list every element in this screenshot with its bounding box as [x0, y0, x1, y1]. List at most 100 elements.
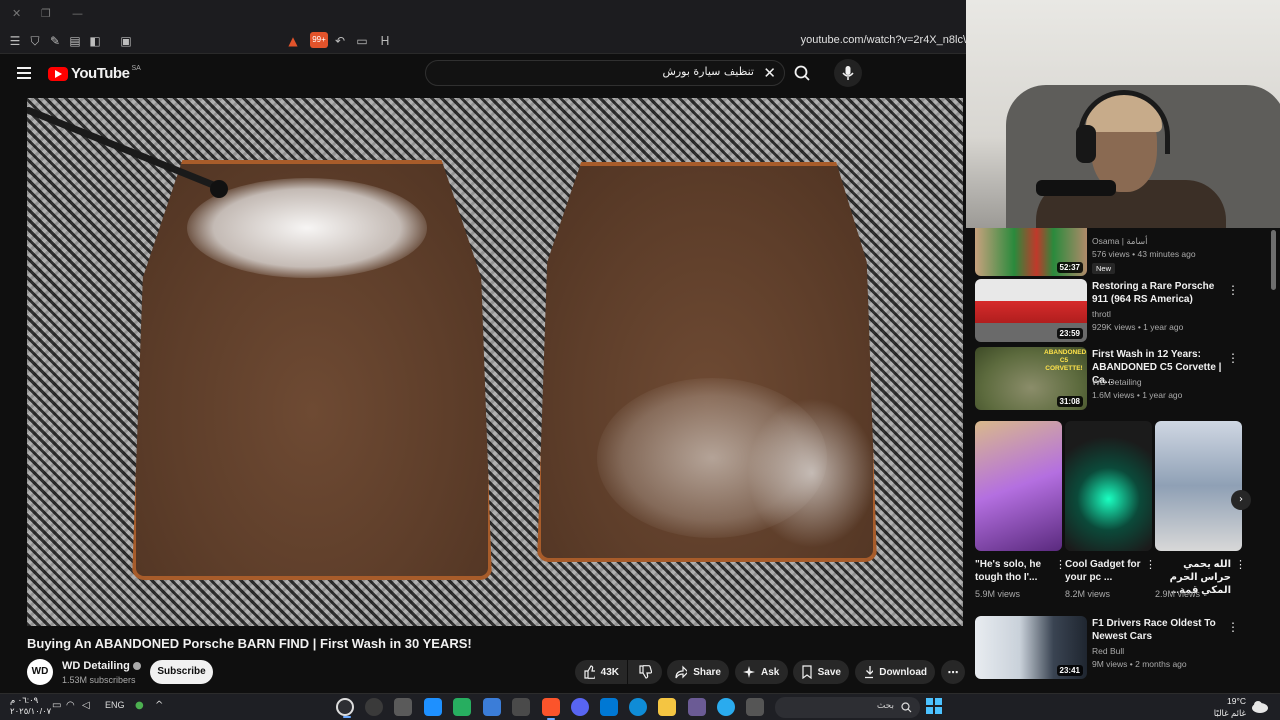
recommendation-item[interactable]: 52:37 Osama | أسامة 576 views • 43 minut… — [975, 228, 1247, 276]
screenshot-icon[interactable]: ▭ — [354, 33, 370, 49]
restore-window-icon[interactable]: ❐ — [41, 7, 51, 20]
video-player[interactable] — [27, 98, 963, 626]
subscribe-button[interactable]: Subscribe — [150, 660, 213, 684]
voice-search-button[interactable] — [834, 59, 862, 87]
more-options-icon[interactable]: ⋮ — [1227, 351, 1239, 365]
weather-widget[interactable]: 19°C غائم غالبًا — [1212, 695, 1246, 719]
file-explorer-icon[interactable] — [658, 698, 676, 716]
clock[interactable]: ٠٦:٠٩ م ٢٠٢٥/١٠/٠٧ — [10, 695, 51, 717]
short-thumbnail[interactable] — [1155, 421, 1242, 551]
guide-menu-icon[interactable] — [17, 67, 31, 79]
windows-taskbar: ٠٦:٠٩ م ٢٠٢٥/١٠/٠٧ ▭ ◠ ◁ ENG ● ^ بحث 19°… — [0, 693, 1280, 720]
youtube-logo[interactable]: YouTube SA — [48, 65, 141, 82]
more-options-icon[interactable]: ⋮ — [1227, 620, 1239, 634]
shield-icon[interactable]: ⛉ — [27, 33, 43, 49]
microphone-arm — [1036, 180, 1116, 196]
app-icon[interactable] — [424, 698, 442, 716]
shorts-next-button[interactable]: › — [1231, 490, 1251, 510]
clear-search-icon[interactable]: ✕ — [763, 64, 776, 82]
sidebar-scrollbar[interactable] — [1271, 230, 1276, 290]
like-button[interactable]: 43K — [575, 660, 627, 684]
video-title[interactable]: F1 Drivers Race Oldest To Newest Cars — [1092, 617, 1230, 643]
download-button[interactable]: Download — [855, 660, 935, 684]
channel-name[interactable]: WD Detailing — [62, 660, 141, 672]
close-window-icon[interactable]: ✕ — [12, 7, 21, 20]
show-hidden-icons-icon[interactable]: ^ — [155, 700, 163, 711]
battery-icon[interactable]: ▭ — [52, 700, 61, 711]
extensions-icon[interactable]: ✎ — [47, 33, 63, 49]
video-thumbnail[interactable]: ABANDONED C5 CORVETTE! 31:08 — [975, 347, 1087, 410]
discord-icon[interactable] — [571, 698, 589, 716]
channel-avatar[interactable]: WD — [27, 659, 53, 685]
video-thumbnail[interactable]: 52:37 — [975, 228, 1087, 276]
language-indicator[interactable]: ENG — [105, 700, 125, 710]
video-meta: 576 views • 43 minutes ago — [1092, 249, 1196, 259]
channel-name[interactable]: Red Bull — [1092, 646, 1124, 656]
app-icon[interactable] — [688, 698, 706, 716]
app-icon[interactable] — [512, 698, 530, 716]
app-icon[interactable] — [394, 698, 412, 716]
rewards-icon[interactable]: ▲ — [285, 33, 301, 49]
channel-name[interactable]: Osama | أسامة — [1092, 236, 1148, 247]
store-icon[interactable] — [600, 698, 618, 716]
search-app-icon[interactable] — [336, 698, 354, 718]
share-icon — [675, 665, 688, 679]
video-thumbnail[interactable]: 23:41 — [975, 616, 1087, 679]
reading-list-icon[interactable]: ▣ — [118, 33, 134, 49]
app-icon[interactable] — [483, 698, 501, 716]
address-bar-url[interactable]: youtube.com/watch?v=2r4X_n8lc\ — [801, 34, 966, 46]
channel-name-text[interactable]: WD Detailing — [62, 660, 130, 672]
recommendation-item[interactable]: ABANDONED C5 CORVETTE! 31:08 First Wash … — [975, 347, 1247, 410]
minimize-window-icon[interactable]: — — [72, 7, 83, 20]
menu-icon[interactable]: ☰ — [7, 33, 23, 49]
sparkle-icon — [743, 666, 755, 678]
shorts-shelf: "He's solo, he tough tho I'... ⋮ 5.9M vi… — [975, 421, 1246, 606]
short-thumbnail[interactable] — [975, 421, 1062, 551]
short-thumbnail[interactable] — [1065, 421, 1152, 551]
search-input[interactable] — [434, 65, 754, 78]
more-actions-button[interactable]: ⋯ — [941, 660, 965, 684]
short-title[interactable]: Cool Gadget for your pc ... — [1065, 558, 1141, 584]
telegram-icon[interactable] — [717, 698, 735, 716]
translate-icon[interactable]: Ꮋ — [377, 33, 393, 49]
channel-name[interactable]: throtl — [1092, 309, 1111, 319]
share-button[interactable]: Share — [667, 660, 729, 684]
duration-badge: 23:41 — [1056, 665, 1083, 676]
sidebar-icon[interactable]: ◧ — [87, 33, 103, 49]
recommendation-item[interactable]: 23:59 Restoring a Rare Porsche 911 (964 … — [975, 279, 1247, 342]
volume-icon[interactable]: ◁ — [82, 700, 90, 711]
more-options-icon[interactable]: ⋮ — [1235, 558, 1246, 571]
search-button[interactable] — [788, 60, 816, 86]
youtube-play-icon — [48, 66, 68, 81]
brave-browser-icon[interactable] — [542, 698, 560, 720]
save-button[interactable]: Save — [793, 660, 849, 684]
search-box[interactable]: ✕ — [425, 60, 785, 86]
search-icon — [901, 702, 912, 713]
recommendation-item[interactable]: 23:41 F1 Drivers Race Oldest To Newest C… — [975, 616, 1247, 679]
obs-icon[interactable] — [365, 698, 383, 716]
microphone-icon — [842, 66, 854, 80]
brave-shield-badge[interactable]: 99+ — [310, 32, 328, 48]
webcam-overlay — [966, 0, 1280, 228]
tabs-icon[interactable]: ▤ — [67, 33, 83, 49]
foam-residue — [747, 398, 877, 548]
dislike-button[interactable] — [628, 660, 662, 684]
more-options-icon[interactable]: ⋮ — [1227, 283, 1239, 297]
windows-start-icon[interactable] — [926, 698, 942, 714]
app-icon[interactable] — [746, 698, 764, 716]
undo-icon[interactable]: ↶ — [332, 33, 348, 49]
video-title[interactable]: Restoring a Rare Porsche 911 (964 RS Ame… — [1092, 280, 1230, 306]
taskbar-search[interactable]: بحث — [775, 697, 920, 718]
short-title[interactable]: "He's solo, he tough tho I'... — [975, 558, 1051, 584]
xbox-icon[interactable] — [453, 698, 471, 716]
ask-button[interactable]: Ask — [735, 660, 788, 684]
microphone-in-use-icon[interactable]: ● — [135, 700, 144, 711]
wifi-icon[interactable]: ◠ — [66, 700, 75, 711]
weather-temp: 19°C — [1227, 696, 1246, 706]
browser-toolbar: ☰ ⛉ ✎ ▤ ◧ ▣ ▲ 99+ ↶ ▭ Ꮋ youtube.com/watc… — [0, 28, 966, 54]
pressure-washer-nozzle — [210, 180, 228, 198]
channel-name[interactable]: WD Detailing — [1092, 377, 1142, 387]
edge-icon[interactable] — [629, 698, 647, 716]
duration-badge: 31:08 — [1056, 396, 1083, 407]
video-thumbnail[interactable]: 23:59 — [975, 279, 1087, 342]
